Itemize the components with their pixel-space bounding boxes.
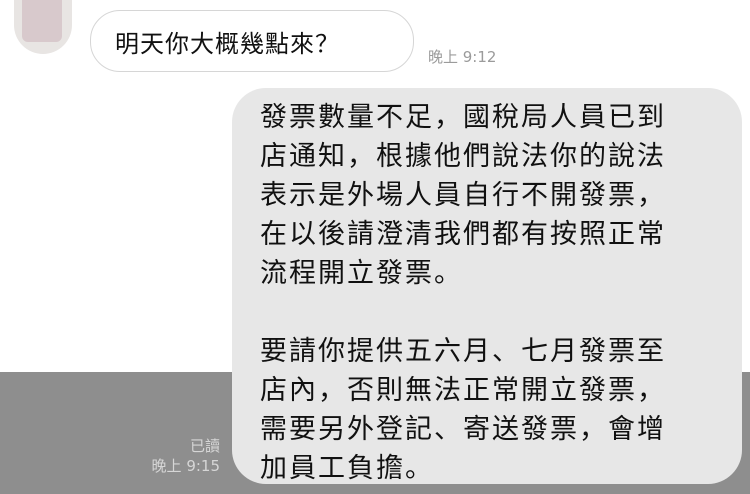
outgoing-message-line: 店內，否則無法正常開立發票，	[260, 375, 666, 406]
outgoing-message-line: 表示是外場人員自行不開發票，	[260, 180, 666, 211]
outgoing-message-line: 需要另外登記、寄送發票，會增	[260, 414, 666, 445]
contact-avatar[interactable]	[14, 0, 72, 54]
outgoing-message-line: 加員工負擔。	[260, 453, 434, 484]
incoming-message-time: 晚上 9:12	[428, 48, 497, 66]
outgoing-message-line: 要請你提供五六月、七月發票至	[260, 336, 666, 367]
outgoing-message-line: 店通知，根據他們說法你的說法	[260, 141, 666, 172]
paragraph-break	[260, 293, 720, 332]
outgoing-message-line: 發票數量不足，國稅局人員已到	[260, 102, 666, 133]
outgoing-message-meta: 已讀 晚上 9:15	[152, 436, 220, 476]
chat-view: 明天你大概幾點來？ 晚上 9:12 發票數量不足，國稅局人員已到 店通知，根據他…	[0, 0, 750, 494]
read-status: 已讀	[189, 437, 220, 455]
outgoing-message-line: 流程開立發票。	[260, 258, 463, 289]
outgoing-message-line: 在以後請澄清我們都有按照正常	[260, 219, 666, 250]
outgoing-message-bubble[interactable]: 發票數量不足，國稅局人員已到 店通知，根據他們說法你的說法 表示是外場人員自行不…	[232, 88, 742, 484]
outgoing-message-time: 晚上 9:15	[151, 457, 220, 475]
incoming-message-text: 明天你大概幾點來？	[115, 29, 340, 58]
avatar-image	[22, 0, 62, 42]
incoming-message-bubble[interactable]: 明天你大概幾點來？	[90, 10, 414, 72]
